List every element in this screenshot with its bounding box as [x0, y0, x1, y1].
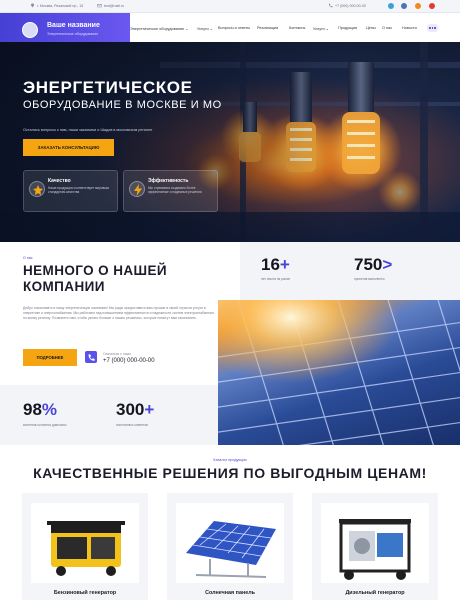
feature-title: Качество — [48, 178, 71, 184]
more-menu-button[interactable] — [427, 24, 438, 32]
feature-text: Мы стремимся создавать более эффективные… — [148, 186, 202, 195]
phone-number[interactable]: +7 (000) 000-00-00 — [103, 358, 155, 364]
stats-panel-bottom: 98% клиентов остаются довольны 300+ пост… — [0, 385, 218, 445]
email-item[interactable]: test@mail.ru — [97, 3, 124, 8]
quality-icon — [29, 181, 45, 197]
logo-subtitle: Энергетическое оборудование — [47, 32, 99, 36]
product-name: Бензиновый генератор — [53, 590, 117, 596]
hero-subtitle: ОБОРУДОВАНИЕ В МОСКВЕ И МО — [23, 99, 222, 111]
nav-item-prices[interactable]: Цены — [366, 26, 376, 30]
nav-item-equipment[interactable]: Энергетическое оборудование ⌄ — [130, 26, 188, 31]
stat-label: проектов выполнено — [354, 277, 385, 281]
stat-label: постоянных клиентов — [116, 423, 148, 427]
ok-icon[interactable] — [415, 3, 421, 9]
mail-icon — [97, 4, 102, 8]
stat-projects: 750> — [354, 255, 393, 274]
phone-icon — [328, 3, 333, 8]
catalog-kicker: Каталог продукции — [213, 458, 247, 462]
hero-title: ЭНЕРГЕТИЧЕСКОЕ — [23, 78, 193, 97]
phone-item[interactable]: +7 (000) 000-00-00 — [328, 3, 366, 8]
more-button[interactable]: ПОДРОБНЕЕ — [23, 349, 77, 366]
email-link[interactable]: test@mail.ru — [104, 4, 124, 8]
telegram-icon[interactable] — [388, 3, 394, 9]
hero-section: ЭНЕРГЕТИЧЕСКОЕ ОБОРУДОВАНИЕ В МОСКВЕ И М… — [0, 42, 460, 242]
nav-item-services[interactable]: Услуги ⌄ — [197, 26, 213, 31]
logo-mark-icon — [22, 22, 38, 38]
phone-link[interactable]: +7 (000) 000-00-00 — [335, 4, 366, 8]
nav-item-faq[interactable]: Вопросы и ответы — [218, 26, 250, 30]
address-text: г. Москва, Рязанский пр., 15 — [37, 3, 84, 8]
address-item: г. Москва, Рязанский пр., 15 — [30, 3, 83, 8]
top-info-bar: г. Москва, Рязанский пр., 15 test@mail.r… — [0, 0, 460, 13]
catalog-title: КАЧЕСТВЕННЫЕ РЕШЕНИЯ ПО ВЫГОДНЫМ ЦЕНАМ! — [33, 465, 427, 481]
stat-years: 16+ — [261, 255, 290, 274]
product-card[interactable]: Солнечная панель — [167, 493, 293, 600]
hero-description: Остались вопросы к нам, наши заказчики и… — [23, 128, 153, 132]
phone-label: Связаться с нами — [103, 352, 131, 356]
nav-item-about[interactable]: О нас — [382, 26, 392, 30]
location-pin-icon — [30, 3, 35, 8]
feature-title: Эффективность — [148, 178, 189, 184]
nav-item-products[interactable]: Продукция — [338, 26, 357, 30]
logo-title: Ваше название — [47, 22, 100, 29]
solar-panel-image — [176, 503, 284, 583]
vk-icon[interactable] — [401, 3, 407, 9]
nav-item-contacts[interactable]: Контакты — [289, 26, 305, 30]
about-title: НЕМНОГО О НАШЕЙ КОМПАНИИ — [23, 263, 167, 294]
efficiency-icon — [129, 181, 145, 197]
stat-satisfaction: 98% — [23, 400, 58, 419]
nav-item-services-2[interactable]: Услуги ⌄ — [313, 26, 329, 31]
feature-text: Наша продукция соответствует мировым ста… — [48, 186, 109, 195]
stat-label: лет опыта на рынке — [261, 277, 291, 281]
phone-icon[interactable] — [85, 351, 97, 363]
nav-item-projects[interactable]: Реализация — [257, 26, 278, 30]
product-card[interactable]: Бензиновый генератор — [22, 493, 148, 600]
product-name: Солнечная панель — [205, 590, 255, 596]
stat-clients: 300+ — [116, 400, 155, 419]
feature-card-quality: Качество Наша продукция соответствует ми… — [23, 170, 118, 212]
product-name: Дизельный генератор — [345, 590, 405, 596]
about-text: Добро пожаловать в нашу энергетическую к… — [23, 306, 214, 321]
youtube-icon[interactable] — [429, 3, 435, 9]
about-kicker: О нас — [23, 256, 33, 260]
stat-label: клиентов остаются довольны — [23, 423, 67, 427]
feature-card-efficiency: Эффективность Мы стремимся создавать бол… — [123, 170, 218, 212]
product-card[interactable]: Дизельный генератор — [312, 493, 438, 600]
nav-item-news[interactable]: Новости — [402, 26, 417, 30]
gasoline-generator-image — [31, 503, 139, 583]
stats-panel-top: 16+ лет опыта на рынке 750> проектов вып… — [240, 242, 460, 300]
diesel-generator-image — [321, 503, 429, 583]
solar-panels-image — [218, 300, 460, 445]
consultation-button[interactable]: ЗАКАЗАТЬ КОНСУЛЬТАЦИЮ — [23, 139, 114, 156]
